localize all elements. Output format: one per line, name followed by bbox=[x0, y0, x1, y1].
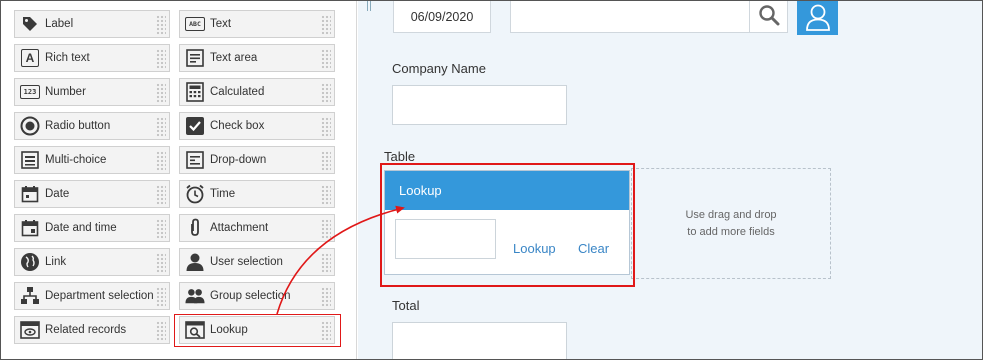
drag-grip-icon[interactable] bbox=[321, 83, 331, 103]
clock-icon bbox=[185, 184, 205, 204]
calculator-icon bbox=[185, 82, 205, 102]
palette-item-text-area[interactable]: Text area bbox=[179, 44, 335, 72]
user-icon bbox=[805, 3, 831, 34]
drag-grip-icon[interactable] bbox=[321, 219, 331, 239]
lookup-card-highlight bbox=[380, 163, 635, 287]
calendar-clock-icon bbox=[20, 218, 40, 238]
drag-grip-icon[interactable] bbox=[321, 287, 331, 307]
palette-item-number[interactable]: 123 Number bbox=[14, 78, 170, 106]
palette-item-label-text: Rich text bbox=[45, 52, 90, 64]
company-name-label: Company Name bbox=[392, 61, 486, 76]
rich-text-icon: A bbox=[20, 48, 40, 68]
search-field[interactable] bbox=[510, 1, 750, 33]
drag-grip-icon[interactable] bbox=[321, 15, 331, 35]
field-palette: Label A Rich text 123 Number Radio butto… bbox=[1, 1, 357, 359]
drag-grip-icon[interactable] bbox=[321, 151, 331, 171]
palette-item-label-text: Date and time bbox=[45, 222, 117, 234]
drag-handle-icon[interactable] bbox=[367, 1, 371, 11]
palette-item-label-text: Group selection bbox=[210, 290, 291, 302]
palette-item-label-text: Radio button bbox=[45, 120, 111, 132]
palette-item-label-text: Check box bbox=[210, 120, 265, 132]
palette-item-check-box[interactable]: Check box bbox=[179, 112, 335, 140]
palette-item-label-text: Related records bbox=[45, 324, 127, 336]
drop-zone-hint-line1: Use drag and drop bbox=[685, 208, 777, 221]
palette-item-link[interactable]: Link bbox=[14, 248, 170, 276]
palette-item-label-text: Number bbox=[45, 86, 86, 98]
palette-item-date[interactable]: Date bbox=[14, 180, 170, 208]
org-chart-icon bbox=[20, 286, 40, 306]
drag-grip-icon[interactable] bbox=[321, 185, 331, 205]
drag-grip-icon[interactable] bbox=[156, 185, 166, 205]
lookup-item-highlight bbox=[174, 314, 341, 347]
drag-grip-icon[interactable] bbox=[156, 287, 166, 307]
palette-item-attachment[interactable]: Attachment bbox=[179, 214, 335, 242]
palette-item-label-text: Drop-down bbox=[210, 154, 267, 166]
drag-grip-icon[interactable] bbox=[156, 117, 166, 137]
palette-item-label-text: Text area bbox=[210, 52, 258, 64]
paperclip-icon bbox=[185, 218, 205, 238]
drag-grip-icon[interactable] bbox=[156, 49, 166, 69]
search-icon bbox=[758, 4, 780, 29]
palette-item-rich-text[interactable]: A Rich text bbox=[14, 44, 170, 72]
palette-item-multi-choice[interactable]: Multi-choice bbox=[14, 146, 170, 174]
window-frame: Label A Rich text 123 Number Radio butto… bbox=[0, 0, 983, 360]
palette-item-label-text: Time bbox=[210, 188, 236, 200]
calendar-icon bbox=[20, 184, 40, 204]
drag-grip-icon[interactable] bbox=[321, 253, 331, 273]
palette-item-department-selection[interactable]: Department selection bbox=[14, 282, 170, 310]
palette-item-label-text: User selection bbox=[210, 256, 283, 268]
text-area-icon bbox=[185, 48, 205, 68]
palette-item-label-text: Attachment bbox=[210, 222, 269, 234]
palette-item-drop-down[interactable]: Drop-down bbox=[179, 146, 335, 174]
palette-item-related-records[interactable]: Related records bbox=[14, 316, 170, 344]
company-name-input[interactable] bbox=[392, 85, 567, 125]
total-input[interactable] bbox=[392, 322, 567, 359]
palette-item-label-text: Text bbox=[210, 18, 232, 30]
text-icon: ABC bbox=[185, 14, 205, 34]
palette-item-label-text: Multi-choice bbox=[45, 154, 107, 166]
drag-grip-icon[interactable] bbox=[156, 253, 166, 273]
drag-grip-icon[interactable] bbox=[156, 219, 166, 239]
palette-item-label[interactable]: Label bbox=[14, 10, 170, 38]
date-field[interactable]: 06/09/2020 bbox=[393, 1, 491, 33]
palette-item-date-and-time[interactable]: Date and time bbox=[14, 214, 170, 242]
dropdown-icon bbox=[185, 150, 205, 170]
user-picker-button[interactable] bbox=[797, 1, 838, 35]
form-canvas: 06/09/2020 Company Name Table Use drag a… bbox=[358, 1, 982, 359]
table-label: Table bbox=[384, 149, 416, 164]
drop-zone-hint-line2: to add more fields bbox=[687, 225, 775, 238]
total-label: Total bbox=[392, 298, 420, 313]
multi-choice-icon bbox=[20, 150, 40, 170]
palette-item-text[interactable]: ABC Text bbox=[179, 10, 335, 38]
palette-item-label-text: Calculated bbox=[210, 86, 265, 98]
palette-item-label-text: Link bbox=[45, 256, 67, 268]
palette-item-label-text: Date bbox=[45, 188, 70, 200]
palette-item-radio-button[interactable]: Radio button bbox=[14, 112, 170, 140]
user-icon bbox=[185, 252, 205, 272]
palette-item-label-text: Department selection bbox=[45, 290, 154, 302]
drag-grip-icon[interactable] bbox=[321, 49, 331, 69]
drag-grip-icon[interactable] bbox=[321, 117, 331, 137]
palette-item-calculated[interactable]: Calculated bbox=[179, 78, 335, 106]
checkbox-icon bbox=[185, 116, 205, 136]
radio-icon bbox=[20, 116, 40, 136]
drag-grip-icon[interactable] bbox=[156, 83, 166, 103]
globe-icon bbox=[20, 252, 40, 272]
drag-grip-icon[interactable] bbox=[156, 15, 166, 35]
drag-grip-icon[interactable] bbox=[156, 151, 166, 171]
drag-grip-icon[interactable] bbox=[156, 321, 166, 341]
palette-item-group-selection[interactable]: Group selection bbox=[179, 282, 335, 310]
number-icon: 123 bbox=[20, 82, 40, 102]
drop-zone[interactable]: Use drag and drop to add more fields bbox=[631, 168, 831, 279]
search-button[interactable] bbox=[750, 1, 788, 33]
palette-item-label-text: Label bbox=[45, 18, 74, 30]
palette-item-time[interactable]: Time bbox=[179, 180, 335, 208]
related-records-icon bbox=[20, 320, 40, 340]
group-icon bbox=[185, 286, 205, 306]
palette-item-user-selection[interactable]: User selection bbox=[179, 248, 335, 276]
tag-icon bbox=[20, 14, 40, 34]
